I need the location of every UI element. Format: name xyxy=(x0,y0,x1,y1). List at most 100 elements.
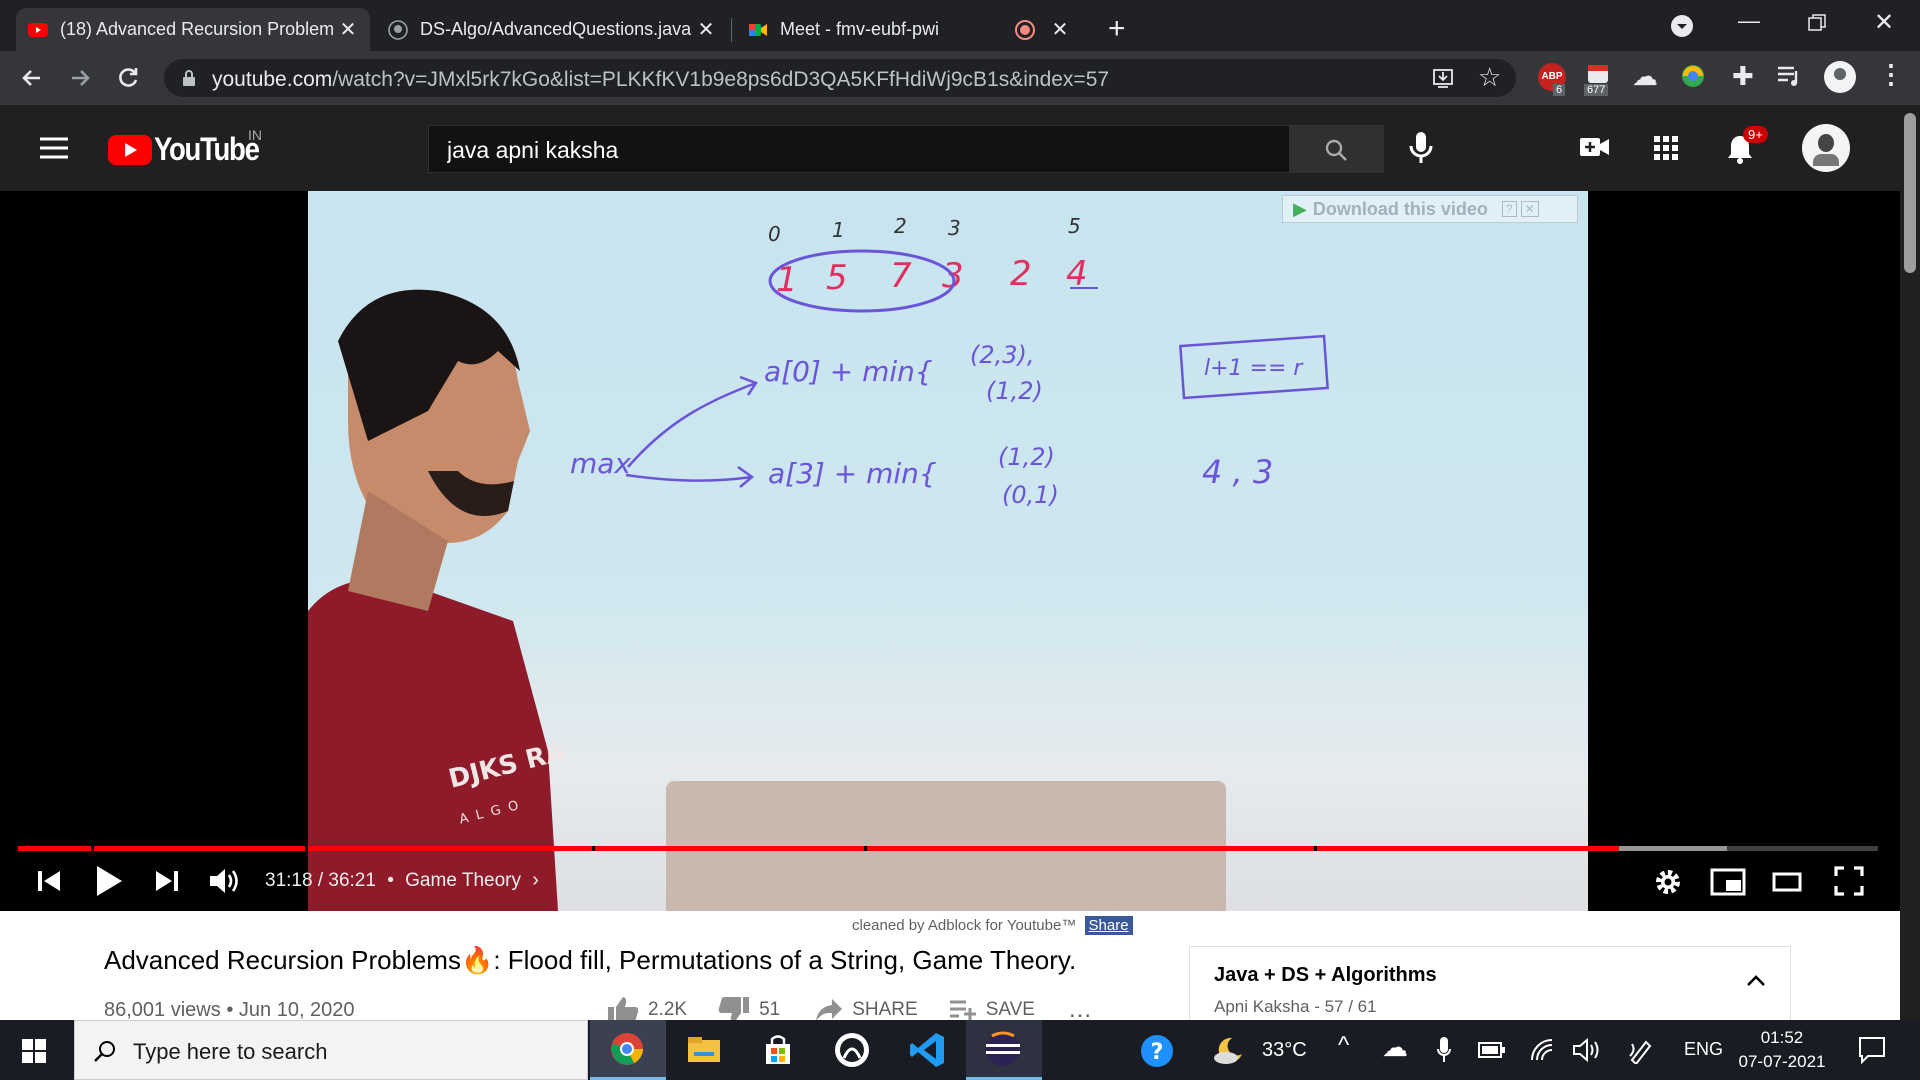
vscode-icon[interactable] xyxy=(908,1030,948,1070)
search-button[interactable] xyxy=(1290,125,1384,173)
forward-icon[interactable] xyxy=(66,64,94,92)
speaker-icon[interactable] xyxy=(1572,1036,1602,1064)
search-icon xyxy=(1325,139,1347,161)
help-icon[interactable]: ? xyxy=(1140,1034,1174,1068)
github-desktop-icon[interactable] xyxy=(832,1030,872,1070)
language-indicator[interactable]: ENG xyxy=(1684,1039,1723,1060)
extension-cloud-icon[interactable]: ☁ xyxy=(1632,61,1658,92)
save-label: SAVE xyxy=(985,999,1035,1020)
next-icon[interactable] xyxy=(154,868,180,894)
page-scrollbar[interactable] xyxy=(1900,105,1920,1020)
wb-index: 5 xyxy=(1068,214,1081,238)
onedrive-cloud-icon[interactable]: ☁ xyxy=(1382,1032,1408,1063)
windows-start-icon[interactable] xyxy=(22,1039,46,1063)
microsoft-store-icon[interactable] xyxy=(758,1030,798,1070)
tab-strip: (18) Advanced Recursion Problem ✕ DS-Alg… xyxy=(0,0,1920,51)
tab-github[interactable]: DS-Algo/AdvancedQuestions.java ✕ xyxy=(376,8,728,51)
download-help-icon[interactable]: ? xyxy=(1501,201,1517,217)
extensions-puzzle-icon[interactable]: ✚ xyxy=(1732,61,1754,92)
toolbar: youtube.com/watch?v=JMxl5rk7kGo&list=PLK… xyxy=(0,51,1920,105)
miniplayer-icon[interactable] xyxy=(1710,868,1746,896)
search-input[interactable] xyxy=(445,134,1269,166)
fullscreen-icon[interactable] xyxy=(1834,866,1864,896)
taskbar-search-box[interactable]: Type here to search xyxy=(74,1020,588,1080)
account-avatar[interactable] xyxy=(1802,124,1850,172)
close-tab-icon[interactable]: ✕ xyxy=(338,17,358,42)
mic-tray-icon[interactable] xyxy=(1436,1036,1452,1064)
profile-avatar[interactable] xyxy=(1824,61,1856,93)
taskbar-eclipse[interactable] xyxy=(966,1020,1042,1080)
clock[interactable]: 01:52 07-07-2021 xyxy=(1730,1026,1834,1074)
dislike-button[interactable]: 51 xyxy=(717,995,780,1020)
download-video-button[interactable]: ▶ Download this video ? ✕ xyxy=(1282,195,1578,223)
wb-index: 3 xyxy=(948,216,961,240)
chevron-right-icon[interactable]: › xyxy=(532,869,539,891)
weather-temp[interactable]: 33°C xyxy=(1262,1039,1307,1062)
install-app-icon[interactable] xyxy=(1432,67,1454,89)
download-label: Download this video xyxy=(1312,198,1488,219)
thumbs-down-icon xyxy=(718,997,750,1020)
chapter-title[interactable]: Game Theory xyxy=(405,870,521,891)
theater-mode-icon[interactable] xyxy=(1772,872,1802,892)
share-button[interactable]: SHARE xyxy=(814,997,918,1020)
close-tab-icon[interactable]: ✕ xyxy=(696,17,716,42)
extension-calendar-icon[interactable] xyxy=(1586,63,1610,85)
video-title: Advanced Recursion Problems🔥: Flood fill… xyxy=(104,945,1077,975)
lock-icon[interactable] xyxy=(182,69,196,87)
playlist-title[interactable]: Java + DS + Algorithms xyxy=(1214,964,1437,987)
recording-icon xyxy=(1015,19,1035,40)
file-explorer-icon[interactable] xyxy=(684,1030,724,1070)
extension-badge: 677 xyxy=(1584,84,1609,96)
wb-pair: (0,1) xyxy=(1002,481,1059,509)
settings-gear-icon[interactable] xyxy=(1654,868,1682,896)
progress-track[interactable] xyxy=(18,846,1878,851)
search-box[interactable] xyxy=(428,125,1290,173)
notification-center-icon[interactable] xyxy=(1858,1036,1886,1064)
collapse-chevron-icon[interactable] xyxy=(1746,973,1766,987)
taskbar-search-icon xyxy=(94,1041,115,1062)
tray-chevron-icon[interactable]: ^ xyxy=(1338,1032,1349,1060)
adblock-share-button[interactable]: Share xyxy=(1084,916,1133,935)
play-icon[interactable] xyxy=(94,864,124,898)
eclipse-icon xyxy=(986,1031,1020,1066)
minimize-icon[interactable]: — xyxy=(1738,8,1760,34)
media-queue-icon[interactable] xyxy=(1776,65,1802,87)
scrollbar-thumb[interactable] xyxy=(1904,113,1916,273)
apps-grid-icon[interactable] xyxy=(1654,136,1678,160)
download-close-icon[interactable]: ✕ xyxy=(1520,201,1539,217)
previous-icon[interactable] xyxy=(36,868,62,894)
restore-icon[interactable] xyxy=(1808,14,1826,32)
volume-icon[interactable] xyxy=(208,864,242,898)
new-tab-icon[interactable]: + xyxy=(1108,12,1126,46)
playlist-panel: Java + DS + Algorithms Apni Kaksha - 57 … xyxy=(1189,946,1791,1020)
clock-date: 07-07-2021 xyxy=(1738,1052,1826,1071)
reload-icon[interactable] xyxy=(114,64,142,92)
back-icon[interactable] xyxy=(18,64,46,92)
tab-search-icon[interactable] xyxy=(1670,14,1694,38)
battery-icon[interactable] xyxy=(1478,1042,1506,1058)
tab-youtube[interactable]: (18) Advanced Recursion Problem ✕ xyxy=(16,8,370,51)
close-tab-icon[interactable]: ✕ xyxy=(1050,17,1070,42)
pen-workspace-icon[interactable] xyxy=(1628,1036,1654,1064)
create-video-icon[interactable] xyxy=(1580,136,1610,158)
wifi-icon[interactable] xyxy=(1530,1038,1554,1062)
microphone-icon[interactable] xyxy=(1408,131,1434,165)
save-button[interactable]: SAVE xyxy=(948,998,1035,1020)
playlist-channel[interactable]: Apni Kaksha xyxy=(1214,997,1309,1016)
video-frame[interactable]: 0 1 2 3 5 1 5 7 3 2 4 a[0] + min{ (2,3),… xyxy=(308,191,1588,911)
wb-pair-text: 4 , 3 xyxy=(1202,453,1273,491)
like-button[interactable]: 2.2K xyxy=(606,995,687,1020)
wb-box-text: l+1 == r xyxy=(1204,356,1304,381)
address-bar[interactable]: youtube.com/watch?v=JMxl5rk7kGo&list=PLK… xyxy=(164,59,1516,97)
window-close-icon[interactable]: ✕ xyxy=(1874,8,1894,37)
chrome-menu-icon[interactable]: ⋮ xyxy=(1878,59,1904,90)
weather-moon-icon[interactable] xyxy=(1212,1034,1248,1066)
taskbar-chrome[interactable] xyxy=(590,1020,666,1080)
whiteboard-drawing: 0 1 2 3 5 1 5 7 3 2 4 a[0] + min{ (2,3),… xyxy=(308,214,1329,911)
hamburger-menu-icon[interactable] xyxy=(40,137,68,159)
tab-meet[interactable]: Meet - fmv-eubf-pwi ✕ xyxy=(736,8,1082,51)
more-actions-icon[interactable]: ... xyxy=(1069,996,1092,1020)
url-text: youtube.com/watch?v=JMxl5rk7kGo&list=PLK… xyxy=(212,68,1109,92)
extension-colorful-icon[interactable] xyxy=(1680,63,1706,89)
bookmark-star-icon[interactable]: ☆ xyxy=(1478,62,1501,93)
